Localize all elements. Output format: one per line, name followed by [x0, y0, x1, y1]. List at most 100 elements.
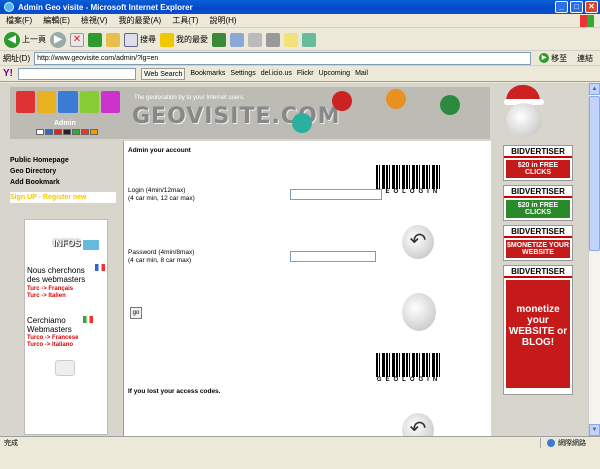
menu-bar: 檔案(F) 編輯(E) 檢視(V) 我的最愛(A) 工具(T) 說明(H): [0, 14, 600, 28]
admin-label: Admin: [54, 120, 76, 127]
go-button[interactable]: ▶ 移至: [539, 53, 567, 64]
page-title: Admin your account: [128, 147, 191, 154]
left-nav: Public Homepage Geo Directory Add Bookma…: [10, 155, 116, 203]
vertical-scrollbar[interactable]: ▲ ▼: [588, 83, 600, 436]
edit-button[interactable]: [266, 32, 280, 47]
ornament-red-icon: [332, 91, 352, 111]
status-zone: 網際網路: [540, 438, 586, 448]
flag-es-icon[interactable]: [54, 129, 62, 135]
flag-pt-icon[interactable]: [81, 129, 89, 135]
infos-fr-line2: Turc -> Italien: [27, 293, 66, 299]
menu-favorites[interactable]: 我的最愛(A): [119, 15, 162, 26]
favorites-button[interactable]: 我的最愛: [160, 32, 208, 47]
ornament-teal-icon: [292, 113, 312, 133]
forward-button[interactable]: ▶: [50, 31, 66, 48]
santa-mascot-icon: [500, 85, 548, 139]
title-bar: Admin Geo visite - Microsoft Internet Ex…: [0, 0, 600, 14]
menu-tools[interactable]: 工具(T): [172, 15, 198, 26]
ad-banner-4[interactable]: BIDVERTISER monetize your WEBSITE or BLOG…: [503, 265, 573, 395]
flag-fr-icon[interactable]: [45, 129, 53, 135]
scroll-down-button[interactable]: ▼: [589, 424, 600, 436]
flag-de-icon[interactable]: [63, 129, 71, 135]
flag-uk-icon[interactable]: [36, 129, 44, 135]
ornament-green-icon: [440, 95, 460, 115]
delicious-button[interactable]: del.icio.us: [261, 70, 292, 77]
nav-public-homepage[interactable]: Public Homepage: [10, 155, 116, 166]
yahoo-search-input[interactable]: [18, 67, 136, 80]
password-label: Password (4min/8max): [128, 249, 195, 256]
flag-nl-icon[interactable]: [90, 129, 98, 135]
toolbar: ◀ 上一頁 ▶ ✕ 搜尋 我的最愛: [0, 29, 600, 51]
scroll-thumb[interactable]: [589, 96, 600, 251]
page-viewport: Admin The geolocation by to your Interne…: [0, 83, 588, 436]
status-bar: 完成 網際網路: [0, 436, 600, 448]
maximize-button[interactable]: □: [570, 1, 583, 13]
warning-icon: [55, 360, 75, 376]
infos-title: INFOS: [53, 238, 81, 248]
barcode-image-2: GEOLOGIN: [376, 353, 442, 387]
go-button[interactable]: go: [130, 307, 142, 319]
menu-file[interactable]: 檔案(F): [6, 15, 32, 26]
history-button[interactable]: [212, 32, 226, 47]
settings-button[interactable]: Settings: [230, 70, 255, 77]
discuss-button[interactable]: [284, 32, 298, 47]
login-label: Login (4min/12max): [128, 187, 186, 194]
barcode-image: GEOLOGIN: [376, 165, 442, 199]
refresh-button[interactable]: [88, 32, 102, 47]
flickr-button[interactable]: Flickr: [297, 70, 314, 77]
infos-fr-text: Nous cherchons des webmasters: [27, 266, 86, 284]
login-panel: Admin your account GEOLOGIN Login (4min/…: [123, 141, 491, 436]
nav-add-bookmark[interactable]: Add Bookmark: [10, 177, 116, 188]
password-input[interactable]: [290, 251, 376, 262]
menu-help[interactable]: 說明(H): [209, 15, 236, 26]
go-arrow-icon: ▶: [539, 53, 550, 63]
flag-fr-icon: [95, 264, 105, 271]
nav-sign-up[interactable]: Sign UP - Register new: [10, 192, 116, 203]
infos-it-text: Cerchiamo Webmasters: [27, 316, 72, 334]
messenger-button[interactable]: [302, 32, 316, 47]
language-flags: [36, 129, 98, 135]
close-button[interactable]: ✕: [585, 1, 598, 13]
back-arrow-icon: ↶: [402, 225, 434, 259]
gifts-image: [16, 91, 121, 113]
bookmarks-button[interactable]: Bookmarks: [190, 70, 225, 77]
address-bar: 網址(D) http://www.geovisite.com/admin/?lg…: [0, 51, 600, 66]
menu-edit[interactable]: 編輯(E): [43, 15, 70, 26]
menu-view[interactable]: 檢視(V): [81, 15, 108, 26]
ad-banner-1[interactable]: BIDVERTISER $20 in FREE CLICKS: [503, 145, 573, 181]
windows-logo-icon: [580, 15, 594, 27]
search-button[interactable]: 搜尋: [124, 32, 156, 47]
upcoming-button[interactable]: Upcoming: [319, 70, 351, 77]
password-hint: (4 car min, 8 car max): [128, 257, 192, 264]
web-search-button[interactable]: Web Search: [141, 67, 186, 80]
mail-button[interactable]: [230, 32, 244, 47]
mail-button[interactable]: Mail: [355, 70, 368, 77]
yahoo-logo[interactable]: Y!: [3, 68, 13, 79]
back-arrow-icon-2: ↶: [402, 413, 434, 436]
address-input[interactable]: http://www.geovisite.com/admin/?lg=en: [34, 51, 532, 65]
nav-geo-directory[interactable]: Geo Directory: [10, 166, 116, 177]
stop-button[interactable]: ✕: [70, 32, 84, 47]
links-button[interactable]: 連結: [577, 53, 593, 64]
flag-it-icon: [83, 316, 93, 323]
infos-megaphone-icon: [83, 240, 99, 250]
tagline: The geolocation by to your Internet user…: [134, 95, 245, 101]
flag-it-icon[interactable]: [72, 129, 80, 135]
login-hint: (4 car min, 12 car max): [128, 195, 195, 202]
scroll-up-button[interactable]: ▲: [589, 83, 600, 95]
ad-banner-3[interactable]: BIDVERTISER $MONETIZE YOUR WEBSITE: [503, 225, 573, 261]
ornament-orange-icon: [386, 89, 406, 109]
print-button[interactable]: [248, 32, 262, 47]
star-icon: [160, 32, 174, 47]
minimize-button[interactable]: _: [555, 1, 568, 13]
yahoo-toolbar: Y! Web Search Bookmarks Settings del.ici…: [0, 66, 600, 82]
home-button[interactable]: [106, 32, 120, 47]
back-arrow-icon: ◀: [4, 31, 20, 48]
window-title: Admin Geo visite - Microsoft Internet Ex…: [18, 2, 193, 12]
infos-it-line2: Turco -> Italiano: [27, 342, 74, 348]
back-button[interactable]: ◀ 上一頁: [4, 31, 46, 48]
ad-banner-2[interactable]: BIDVERTISER $20 in FREE CLICKS: [503, 185, 573, 221]
infos-it-line1: Turco -> Francese: [27, 335, 79, 341]
login-input[interactable]: [290, 189, 382, 200]
globe-icon: [547, 439, 555, 447]
